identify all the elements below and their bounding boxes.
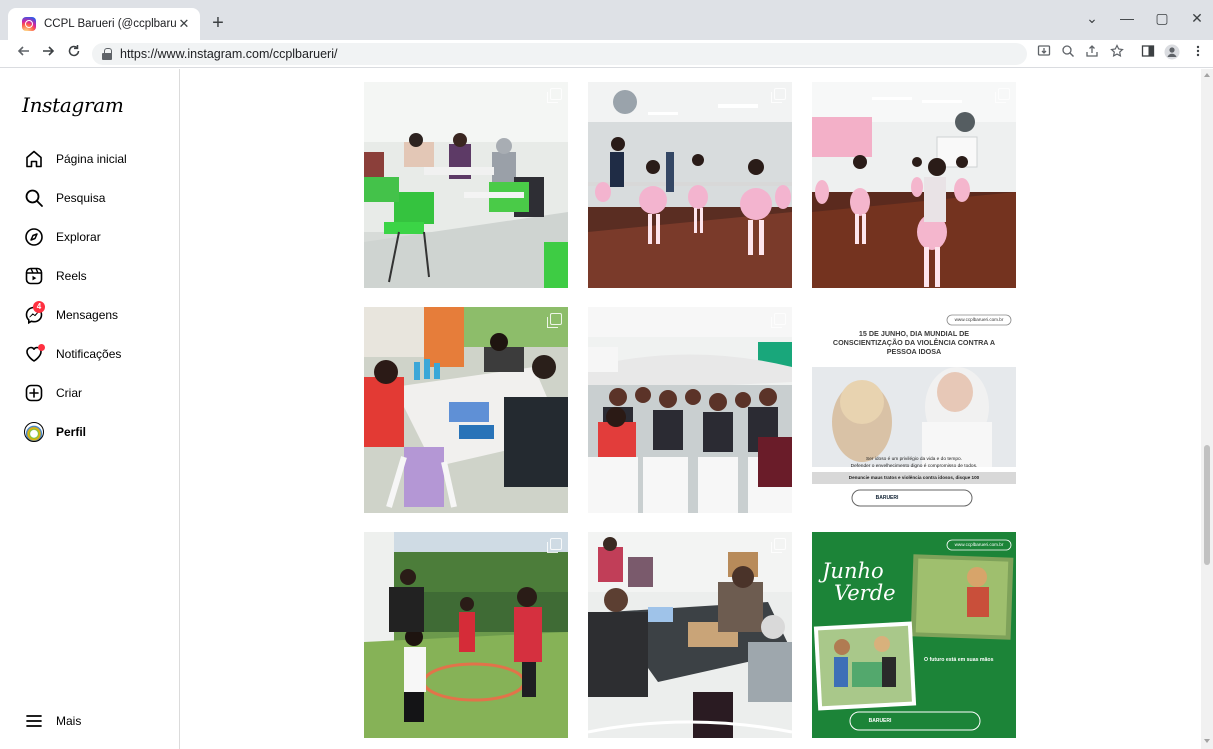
post-auditorium[interactable] — [588, 307, 792, 513]
nav-messages-label: Mensagens — [56, 308, 119, 322]
poster-tagline: O futuro está em suas mãos — [924, 657, 994, 663]
carousel-icon — [771, 88, 786, 103]
post-craft-table[interactable] — [588, 532, 792, 738]
share-icon[interactable] — [1082, 44, 1102, 64]
nav-messages[interactable]: 4 Mensagens — [24, 301, 119, 327]
nav-more-label: Mais — [56, 714, 82, 728]
browser-menu-icon[interactable] — [1188, 44, 1208, 64]
poster-barueri-logo: BARUERI — [875, 495, 899, 501]
side-panel-icon[interactable] — [1138, 44, 1158, 64]
instagram-favicon-icon — [22, 17, 36, 31]
forward-arrow-icon[interactable] — [38, 44, 58, 64]
new-tab-button[interactable]: + — [208, 13, 228, 34]
maximize-button[interactable]: ▢ — [1148, 8, 1176, 28]
poster-headline: 15 DE JUNHO, DIA MUNDIAL DE CONSCIENTIZA… — [832, 329, 996, 356]
nav-search[interactable]: Pesquisa — [24, 186, 105, 210]
bookmark-star-icon[interactable] — [1107, 44, 1127, 64]
close-window-button[interactable]: ✕ — [1183, 8, 1211, 28]
url-text: https://www.instagram.com/ccplbarueri/ — [120, 47, 338, 61]
messages-badge: 4 — [33, 301, 45, 313]
instagram-sidebar: Instagram Página inicial Pesquisa Explor… — [0, 69, 180, 749]
carousel-icon — [547, 538, 562, 553]
nav-home-label: Página inicial — [56, 152, 127, 166]
poster-title-verde: Verde — [834, 581, 896, 605]
notification-dot — [38, 344, 45, 351]
scrollbar-thumb[interactable] — [1204, 445, 1210, 565]
nav-reels[interactable]: Reels — [24, 264, 87, 288]
minimize-button[interactable]: — — [1113, 8, 1141, 28]
tab-close-icon[interactable]: ✕ — [176, 16, 192, 32]
poster-title-junho: Junho — [822, 559, 884, 583]
browser-tabstrip: CCPL Barueri (@ccplbarueri) • Fot ✕ + ⌄ … — [0, 0, 1213, 40]
compass-icon — [25, 228, 43, 246]
post-outdoor-kids[interactable] — [364, 532, 568, 738]
scroll-down-arrow-icon[interactable] — [1204, 739, 1210, 743]
poster-site: www.ccplbarueri.com.br — [954, 542, 1004, 547]
post-poster-idosa[interactable]: www.ccplbarueri.com.br 15 DE JUNHO, DIA … — [812, 307, 1016, 513]
nav-explore[interactable]: Explorar — [24, 225, 101, 249]
post-ballet-mirror[interactable] — [588, 82, 792, 288]
carousel-icon — [547, 88, 562, 103]
search-icon — [25, 189, 43, 207]
reload-icon[interactable] — [64, 44, 84, 64]
address-bar[interactable]: https://www.instagram.com/ccplbarueri/ — [92, 43, 1027, 65]
profile-posts-grid: www.ccplbarueri.com.br 15 DE JUNHO, DIA … — [181, 69, 1201, 749]
post-classroom[interactable] — [364, 82, 568, 288]
messenger-icon: 4 — [24, 301, 45, 325]
poster-body-2: Defender o envelhecimento digno é compro… — [850, 464, 978, 469]
browser-toolbar: https://www.instagram.com/ccplbarueri/ — [0, 40, 1213, 68]
heart-icon — [24, 344, 45, 364]
nav-reels-label: Reels — [56, 269, 87, 283]
nav-profile-label: Perfil — [56, 425, 87, 439]
instagram-logo[interactable]: Instagram — [22, 93, 124, 117]
nav-create-label: Criar — [56, 386, 82, 400]
post-ballet-class[interactable] — [812, 82, 1016, 288]
nav-notifications[interactable]: Notificações — [24, 342, 121, 366]
browser-tab[interactable]: CCPL Barueri (@ccplbarueri) • Fot ✕ — [8, 8, 200, 40]
reels-icon — [25, 267, 43, 285]
carousel-icon — [771, 538, 786, 553]
install-app-icon[interactable] — [1034, 44, 1054, 64]
carousel-icon — [547, 313, 562, 328]
tab-search-chevron-icon[interactable]: ⌄ — [1078, 8, 1106, 28]
zoom-icon[interactable] — [1058, 44, 1078, 64]
nav-profile[interactable]: Perfil — [24, 420, 86, 444]
nav-create[interactable]: Criar — [24, 381, 82, 405]
profile-icon[interactable] — [1162, 44, 1182, 64]
nav-explore-label: Explorar — [56, 230, 101, 244]
hamburger-menu-icon — [26, 715, 42, 727]
poster-body-1: Ser idoso é um privilégio da vida e do t… — [866, 457, 962, 462]
back-arrow-icon[interactable] — [14, 44, 34, 64]
nav-home[interactable]: Página inicial — [24, 147, 127, 171]
carousel-icon — [995, 88, 1010, 103]
plus-square-icon — [25, 384, 43, 402]
poster-barueri-logo: BARUERI — [868, 718, 892, 724]
scroll-up-arrow-icon[interactable] — [1204, 73, 1210, 77]
page-scrollbar[interactable] — [1201, 69, 1213, 749]
tab-title: CCPL Barueri (@ccplbarueri) • Fot — [44, 18, 176, 30]
post-poster-junho-verde[interactable]: www.ccplbarueri.com.br Junho Verde O fut… — [812, 532, 1016, 738]
carousel-icon — [771, 313, 786, 328]
nav-more[interactable]: Mais — [24, 709, 81, 733]
lock-icon — [102, 48, 112, 60]
nav-search-label: Pesquisa — [56, 191, 106, 205]
post-art-class[interactable] — [364, 307, 568, 513]
poster-site: www.ccplbarueri.com.br — [954, 317, 1004, 322]
home-icon — [26, 150, 42, 168]
nav-notifications-label: Notificações — [56, 347, 122, 361]
poster-denuncie: Denuncie maus tratos e violência contra … — [848, 475, 980, 480]
avatar — [24, 422, 44, 442]
